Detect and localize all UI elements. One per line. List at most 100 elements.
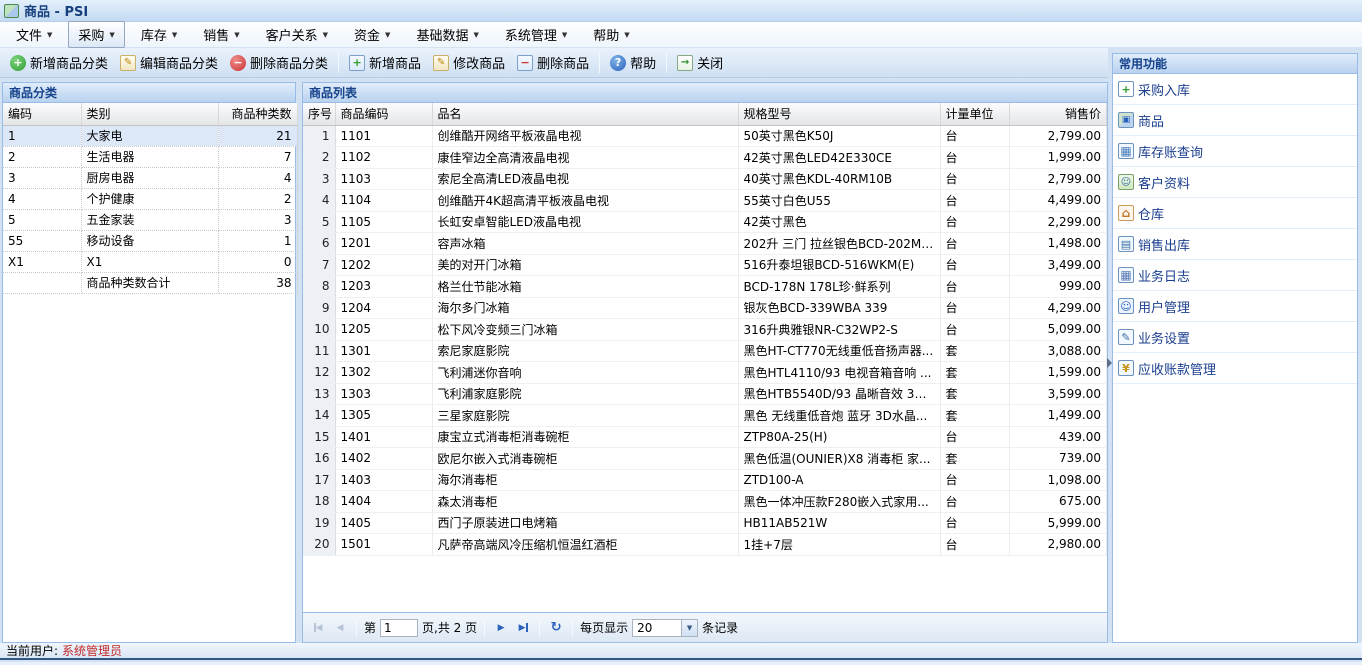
category-row[interactable]: 2 生活电器 7 — [3, 146, 298, 168]
help-button-label: 帮助 — [630, 57, 657, 72]
shortcut-purchase-inbound[interactable]: + 采购入库 — [1113, 74, 1357, 105]
product-row[interactable]: 6 1201 容声冰箱 202升 三门 拉丝银色BCD-202M/... 台 1,498.… — [303, 232, 1107, 255]
product-row[interactable]: 12 1302 飞利浦迷你音响 黑色HTL4110/93 电视音箱音响 ... 套 1,5… — [303, 361, 1107, 384]
table-cell: 康宝立式消毒柜消毒碗柜 — [432, 426, 739, 448]
product-row[interactable]: 4 1104 创维酷开4K超高清平板液晶电视 55英寸白色U55 台 4,499.00 — [303, 189, 1107, 212]
product-row[interactable]: 14 1305 三星家庭影院 黑色 无线重低音炮 蓝牙 3D水晶... 套 1,499.0… — [303, 404, 1107, 427]
help-button[interactable]: ? 帮助 — [604, 50, 662, 75]
column-header-price[interactable]: 销售价 — [1009, 103, 1107, 126]
table-cell: 13 — [303, 383, 336, 405]
shortcut-customer-info[interactable]: ☺ 客户资料 — [1113, 167, 1357, 198]
column-header-spec[interactable]: 规格型号 — [738, 103, 941, 126]
table-cell: 台 — [940, 211, 1010, 233]
chevron-down-icon[interactable]: ▼ — [681, 619, 698, 636]
table-cell: 4 — [218, 167, 298, 189]
table-cell: 1405 — [335, 512, 433, 534]
product-row[interactable]: 15 1401 康宝立式消毒柜消毒碗柜 ZTP80A-25(H) 台 439.00 — [303, 426, 1107, 448]
product-row[interactable]: 5 1105 长虹安卓智能LED液晶电视 42英寸黑色台 2,299.00 — [303, 211, 1107, 233]
menu-system-admin[interactable]: 系统管理 ▼ — [495, 21, 577, 48]
product-row[interactable]: 8 1203 格兰仕节能冰箱 BCD-178N 178L珍·鲜系列台 999.00 — [303, 275, 1107, 298]
edit-category-button[interactable]: ✎ 编辑商品分类 — [114, 50, 224, 75]
table-cell: 五金家装 — [81, 209, 219, 231]
shortcut-inventory-query-label: 库存账查询 — [1138, 145, 1204, 161]
first-page-button[interactable]: ◀ — [309, 619, 327, 637]
product-row[interactable]: 18 1404 森太消毒柜 黑色一体冲压款F280嵌入式家用... 台 675.00 — [303, 490, 1107, 513]
chevron-down-icon: ▼ — [385, 30, 391, 39]
column-header-product-code[interactable]: 商品编码 — [335, 103, 433, 126]
product-row[interactable]: 10 1205 松下风冷变频三门冰箱 316升典雅银NR-C32WP2-S 台 5,099… — [303, 318, 1107, 341]
menu-sales[interactable]: 销售 ▼ — [193, 21, 249, 48]
add-category-button[interactable]: + 新增商品分类 — [4, 50, 114, 75]
menu-purchase[interactable]: 采购 ▼ — [68, 21, 125, 48]
shortcut-warehouse[interactable]: ⌂ 仓库 — [1113, 198, 1357, 229]
table-cell: 银灰色BCD-339WBA 339 — [738, 297, 941, 319]
modify-product-button[interactable]: ✎ 修改商品 — [427, 50, 511, 75]
shortcut-inventory-query[interactable]: ▦ 库存账查询 — [1113, 136, 1357, 167]
customer-info-icon: ☺ — [1118, 174, 1134, 190]
table-cell: 黑色HTL4110/93 电视音箱音响 ... — [738, 361, 941, 384]
table-cell: 1,499.00 — [1009, 404, 1107, 427]
category-row[interactable]: 55 移动设备 1 — [3, 230, 298, 252]
product-row[interactable]: 11 1301 索尼家庭影院 黑色HT-CT770无线重低音扬声器... 套 3,088.… — [303, 340, 1107, 362]
last-page-button[interactable]: ▶ — [514, 619, 532, 637]
product-row[interactable]: 7 1202 美的对开门冰箱 516升泰坦银BCD-516WKM(E) 台 3,499.0… — [303, 254, 1107, 276]
prev-page-button[interactable]: ◀ — [331, 619, 349, 637]
table-cell: 1 — [218, 230, 298, 252]
per-page-select[interactable]: 20 ▼ — [632, 618, 699, 637]
column-header-unit[interactable]: 计量单位 — [940, 103, 1010, 126]
product-row[interactable]: 1 1101 创维酷开网络平板液晶电视 50英寸黑色K50J 台 2,799.00 — [303, 125, 1107, 147]
menu-base-data[interactable]: 基础数据 ▼ — [406, 21, 488, 48]
menu-inventory[interactable]: 库存 ▼ — [131, 21, 187, 48]
table-cell: 3,088.00 — [1009, 340, 1107, 362]
menu-customer-relations[interactable]: 客户关系 ▼ — [256, 21, 338, 48]
delete-product-button[interactable]: − 删除商品 — [511, 50, 595, 75]
column-header-seq[interactable]: 序号 — [303, 103, 336, 126]
next-page-button[interactable]: ▶ — [492, 619, 510, 637]
column-header-category[interactable]: 类别 — [81, 103, 219, 126]
menu-funds[interactable]: 资金 ▼ — [344, 21, 400, 48]
table-cell: 50英寸黑色K50J — [738, 125, 941, 147]
table-cell: 2,799.00 — [1009, 125, 1107, 147]
product-row[interactable]: 2 1102 康佳窄边全高清液晶电视 42英寸黑色LED42E330CE 台 1,999.… — [303, 146, 1107, 169]
table-cell: 1,599.00 — [1009, 361, 1107, 384]
delete-category-button[interactable]: − 删除商品分类 — [224, 50, 334, 75]
table-cell: 21 — [218, 125, 298, 147]
table-cell: 个护健康 — [81, 188, 219, 210]
table-cell: 1203 — [335, 275, 433, 298]
category-row[interactable]: 5 五金家装 3 — [3, 209, 298, 231]
table-cell: 飞利浦家庭影院 — [432, 383, 739, 405]
product-row[interactable]: 3 1103 索尼全高清LED液晶电视 40英寸黑色KDL-40RM10B 台 2,799… — [303, 168, 1107, 190]
shortcut-receivable[interactable]: ¥ 应收账款管理 — [1113, 353, 1357, 384]
category-row[interactable]: 1 大家电 21 — [3, 125, 298, 147]
product-row[interactable]: 19 1405 西门子原装进口电烤箱 HB11AB521W 台 5,999.00 — [303, 512, 1107, 534]
column-header-code[interactable]: 编码 — [3, 103, 82, 126]
shortcut-business-log[interactable]: ▦ 业务日志 — [1113, 260, 1357, 291]
shortcut-panel: 常用功能 + 采购入库 ▣ 商品 ▦ 库存账查询 ☺ 客户资料 ⌂ 仓库 ▤ 销售出库 ▦ 业务日志 ☺ 用户… — [1112, 53, 1358, 643]
menu-inventory-label: 库存 — [140, 29, 167, 44]
category-row[interactable]: X1 X1 0 — [3, 251, 298, 273]
column-header-count[interactable]: 商品种类数 — [218, 103, 298, 126]
product-row[interactable]: 20 1501 凡萨帝高端风冷压缩机恒温红酒柜 1挂+7层台 2,980.00 — [303, 533, 1107, 556]
shortcut-sales-outbound[interactable]: ▤ 销售出库 — [1113, 229, 1357, 260]
table-cell: 55英寸白色U55 — [738, 189, 941, 212]
page-number-input[interactable] — [380, 618, 419, 637]
category-row[interactable]: 3 厨房电器 4 — [3, 167, 298, 189]
menu-help[interactable]: 帮助 ▼ — [583, 21, 639, 48]
shortcut-business-settings[interactable]: ✎ 业务设置 — [1113, 322, 1357, 353]
close-button[interactable]: → 关闭 — [671, 50, 729, 75]
product-row[interactable]: 13 1303 飞利浦家庭影院 黑色HTB5540D/93 晶晰音效 3D... 套 3,… — [303, 383, 1107, 405]
shortcut-user-management[interactable]: ☺ 用户管理 — [1113, 291, 1357, 322]
column-header-product-name[interactable]: 品名 — [432, 103, 739, 126]
product-row[interactable]: 9 1204 海尔多门冰箱 银灰色BCD-339WBA 339 台 4,299.00 — [303, 297, 1107, 319]
shortcut-user-management-label: 用户管理 — [1138, 300, 1191, 316]
page-label: 第 — [364, 621, 377, 635]
add-product-button[interactable]: + 新增商品 — [343, 50, 427, 75]
shortcut-product[interactable]: ▣ 商品 — [1113, 105, 1357, 136]
app-icon — [4, 3, 19, 18]
category-row[interactable]: 4 个护健康 2 — [3, 188, 298, 210]
product-row[interactable]: 17 1403 海尔消毒柜 ZTD100-A 台 1,098.00 — [303, 469, 1107, 491]
product-row[interactable]: 16 1402 欧尼尔嵌入式消毒碗柜 黑色低温(OUNIER)X8 消毒柜 家... 套… — [303, 447, 1107, 470]
menu-file[interactable]: 文件 ▼ — [6, 21, 62, 48]
refresh-icon[interactable]: ↻ — [547, 619, 565, 637]
shortcut-business-settings-label: 业务设置 — [1138, 331, 1191, 347]
